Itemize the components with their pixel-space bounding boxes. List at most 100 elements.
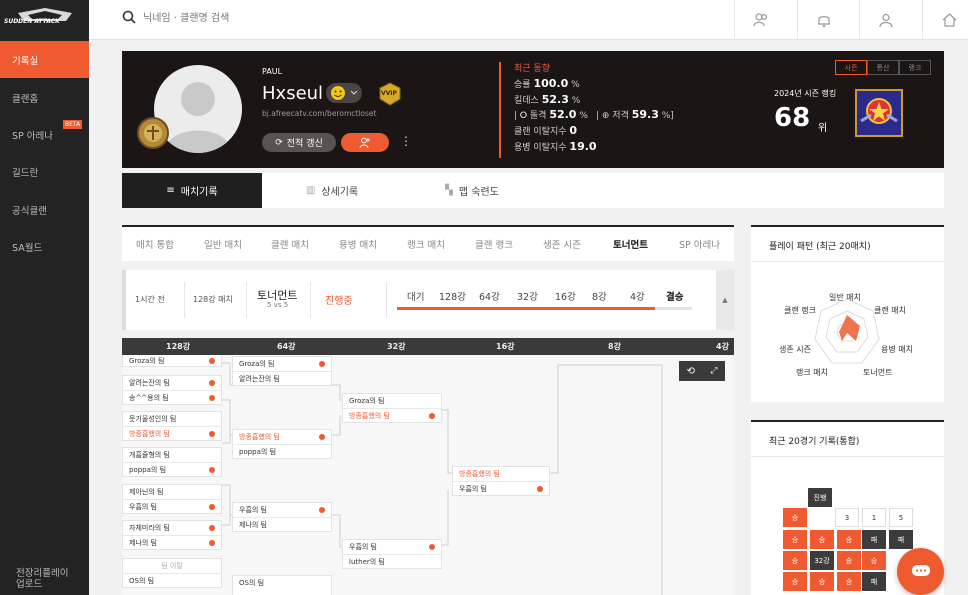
result-cell[interactable]: 승 [837,530,861,549]
result-cell[interactable]: 승 [862,551,886,570]
team-name[interactable]: 방종흡했의 팀 [343,409,441,423]
category-clan[interactable]: 클랜 매치 [271,237,309,251]
result-cell[interactable]: 승 [783,530,807,549]
expand-icon[interactable]: ⤢ [710,366,717,376]
notifications-button[interactable] [797,0,850,40]
tab-total[interactable]: 통산 [867,60,899,75]
category-sp-arena[interactable]: SP 아레나 [679,237,720,251]
stream-url[interactable]: bj.afreecatv.com/beromctloset [262,109,376,118]
result-cell[interactable]: 승 [837,572,861,591]
team-name[interactable]: 송^^용의 팀 [123,391,221,405]
team-name[interactable]: 알려는잔의 팀 [123,376,221,390]
result-cell[interactable]: 패 [862,530,886,549]
category-all[interactable]: 매치 통합 [136,237,174,251]
team-label: luther의 팀 [349,558,385,566]
tab-rank[interactable]: 랭크 [899,60,931,75]
team-name[interactable]: poppa의 팀 [123,463,221,477]
result-cell[interactable]: 승 [783,508,807,527]
team-name[interactable]: 우흡의 팀 [233,503,331,517]
pattern-label: 용병 매치 [881,345,913,354]
tab-detail-records[interactable]: ▥ 상세기록 [262,173,402,208]
result-cell[interactable]: 승 [810,530,834,549]
sudden-attack-logo[interactable]: SUDDEN ATTACK [0,0,89,40]
result-cell[interactable]: 3 [835,508,859,527]
result-cell[interactable]: 승 [783,572,807,591]
team-label: poppa의 팀 [129,466,167,474]
chat-button[interactable] [897,548,944,595]
team-dot [209,467,215,473]
team-name[interactable]: 우흡의 팀 [453,482,549,496]
rank-emblem-icon [855,89,903,137]
match-box: 방종흡했의 팀 poppa의 팀 [232,429,332,459]
add-friend-button[interactable] [341,133,389,152]
home-button[interactable] [922,0,968,40]
team-name[interactable]: 제나의 팀 [233,518,331,532]
team-name[interactable]: 방종흡했의 팀 [453,467,549,481]
match-box: 알려는잔의 팀 송^^용의 팀 [122,375,222,405]
result-cell[interactable]: 5 [889,508,913,527]
team-name[interactable]: 알려는잔의 팀 [233,372,331,386]
category-survival[interactable]: 생존 시즌 [543,237,581,251]
match-box: Groza의 팀 [122,355,222,367]
team-name[interactable]: 우흡의 팀 [343,540,441,554]
result-cell[interactable]: 승 [810,572,834,591]
team-label: 우흡의 팀 [459,485,487,493]
category-clan-rank[interactable]: 클랜 랭크 [475,237,513,251]
category-tournament[interactable]: 토너먼트 [613,237,648,251]
nickname: Hxseul [262,83,324,104]
sidebar-item-clanhome[interactable]: 클랜홈 [0,79,89,116]
team-dot [319,361,325,367]
sidebar-item-official-clan[interactable]: 공식클랜 [0,191,89,228]
team-name[interactable]: 개흡쥴형의 팀 [123,448,221,462]
team-dot [429,544,435,550]
match-box: 개흡쥴형의 팀 poppa의 팀 [122,447,222,477]
category-merc[interactable]: 용병 매치 [339,237,377,251]
team-name[interactable]: luther의 팀 [343,555,441,569]
team-dot [209,540,215,546]
team-dot [209,504,215,510]
result-cell[interactable]: 32강 [810,551,834,570]
result-cell[interactable]: 패 [862,572,886,591]
result-cell[interactable]: 승 [837,551,861,570]
tab-match-records[interactable]: ≡ 매치기록 [122,173,262,208]
refresh-icon[interactable]: ⟲ [687,366,695,377]
team-name[interactable]: Groza의 팀 [343,394,441,408]
team-name[interactable]: 방종흡했의 팀 [233,430,331,444]
team-name[interactable]: 제나의 팀 [123,536,221,550]
refresh-record-button[interactable]: ⟳ 전적 갱신 [262,133,336,152]
tab-map-proficiency[interactable]: ▚ 맵 숙련도 [402,173,542,208]
profile-button[interactable] [859,0,912,40]
result-cell[interactable]: 진행 [808,488,832,507]
team-name[interactable]: OS의 팀 [233,576,331,590]
team-name[interactable]: Groza의 팀 [233,357,331,371]
friends-icon [753,13,768,27]
sidebar-item-replay-upload[interactable]: 전장리플레이 업로드 [0,568,80,595]
pattern-label: 토너먼트 [863,368,893,377]
more-menu-icon[interactable]: ⋮ [400,134,412,148]
friends-button[interactable] [734,0,787,40]
sidebar-item-guild[interactable]: 길드란 [0,153,89,190]
result-cell[interactable]: 승 [783,551,807,570]
tab-season[interactable]: 시즌 [835,60,867,75]
stage-128: 128강 [439,292,466,303]
match-box: 뭇기울성인의 팀 방종흡했의 팀 [122,411,222,441]
sidebar-item-records[interactable]: 기록실 [0,41,89,78]
team-name[interactable]: poppa의 팀 [233,445,331,459]
emoticon-selector[interactable] [326,83,362,103]
team-label: 우흡의 팀 [129,503,157,511]
result-cell[interactable]: 1 [862,508,886,527]
team-name[interactable]: OS의 팀 [123,574,221,588]
collapse-button[interactable]: ▲ [716,270,734,330]
sidebar-item-sp-arena[interactable]: SP 아레나 BETA [0,116,89,153]
category-rank[interactable]: 랭크 매치 [407,237,445,251]
team-name[interactable]: 자체미라의 팀 [123,521,221,535]
team-name[interactable]: 제아닌의 팀 [123,485,221,499]
category-normal[interactable]: 일반 매치 [204,237,242,251]
team-name[interactable]: 뭇기울성인의 팀 [123,412,221,426]
result-cell[interactable]: 패 [889,530,913,549]
search-input[interactable] [143,9,473,27]
team-name[interactable]: 방종흡했의 팀 [123,427,221,441]
team-name[interactable]: Groza의 팀 [123,355,221,368]
team-name[interactable]: 우흡의 팀 [123,500,221,514]
sidebar-item-sa-world[interactable]: SA월드 [0,228,89,265]
